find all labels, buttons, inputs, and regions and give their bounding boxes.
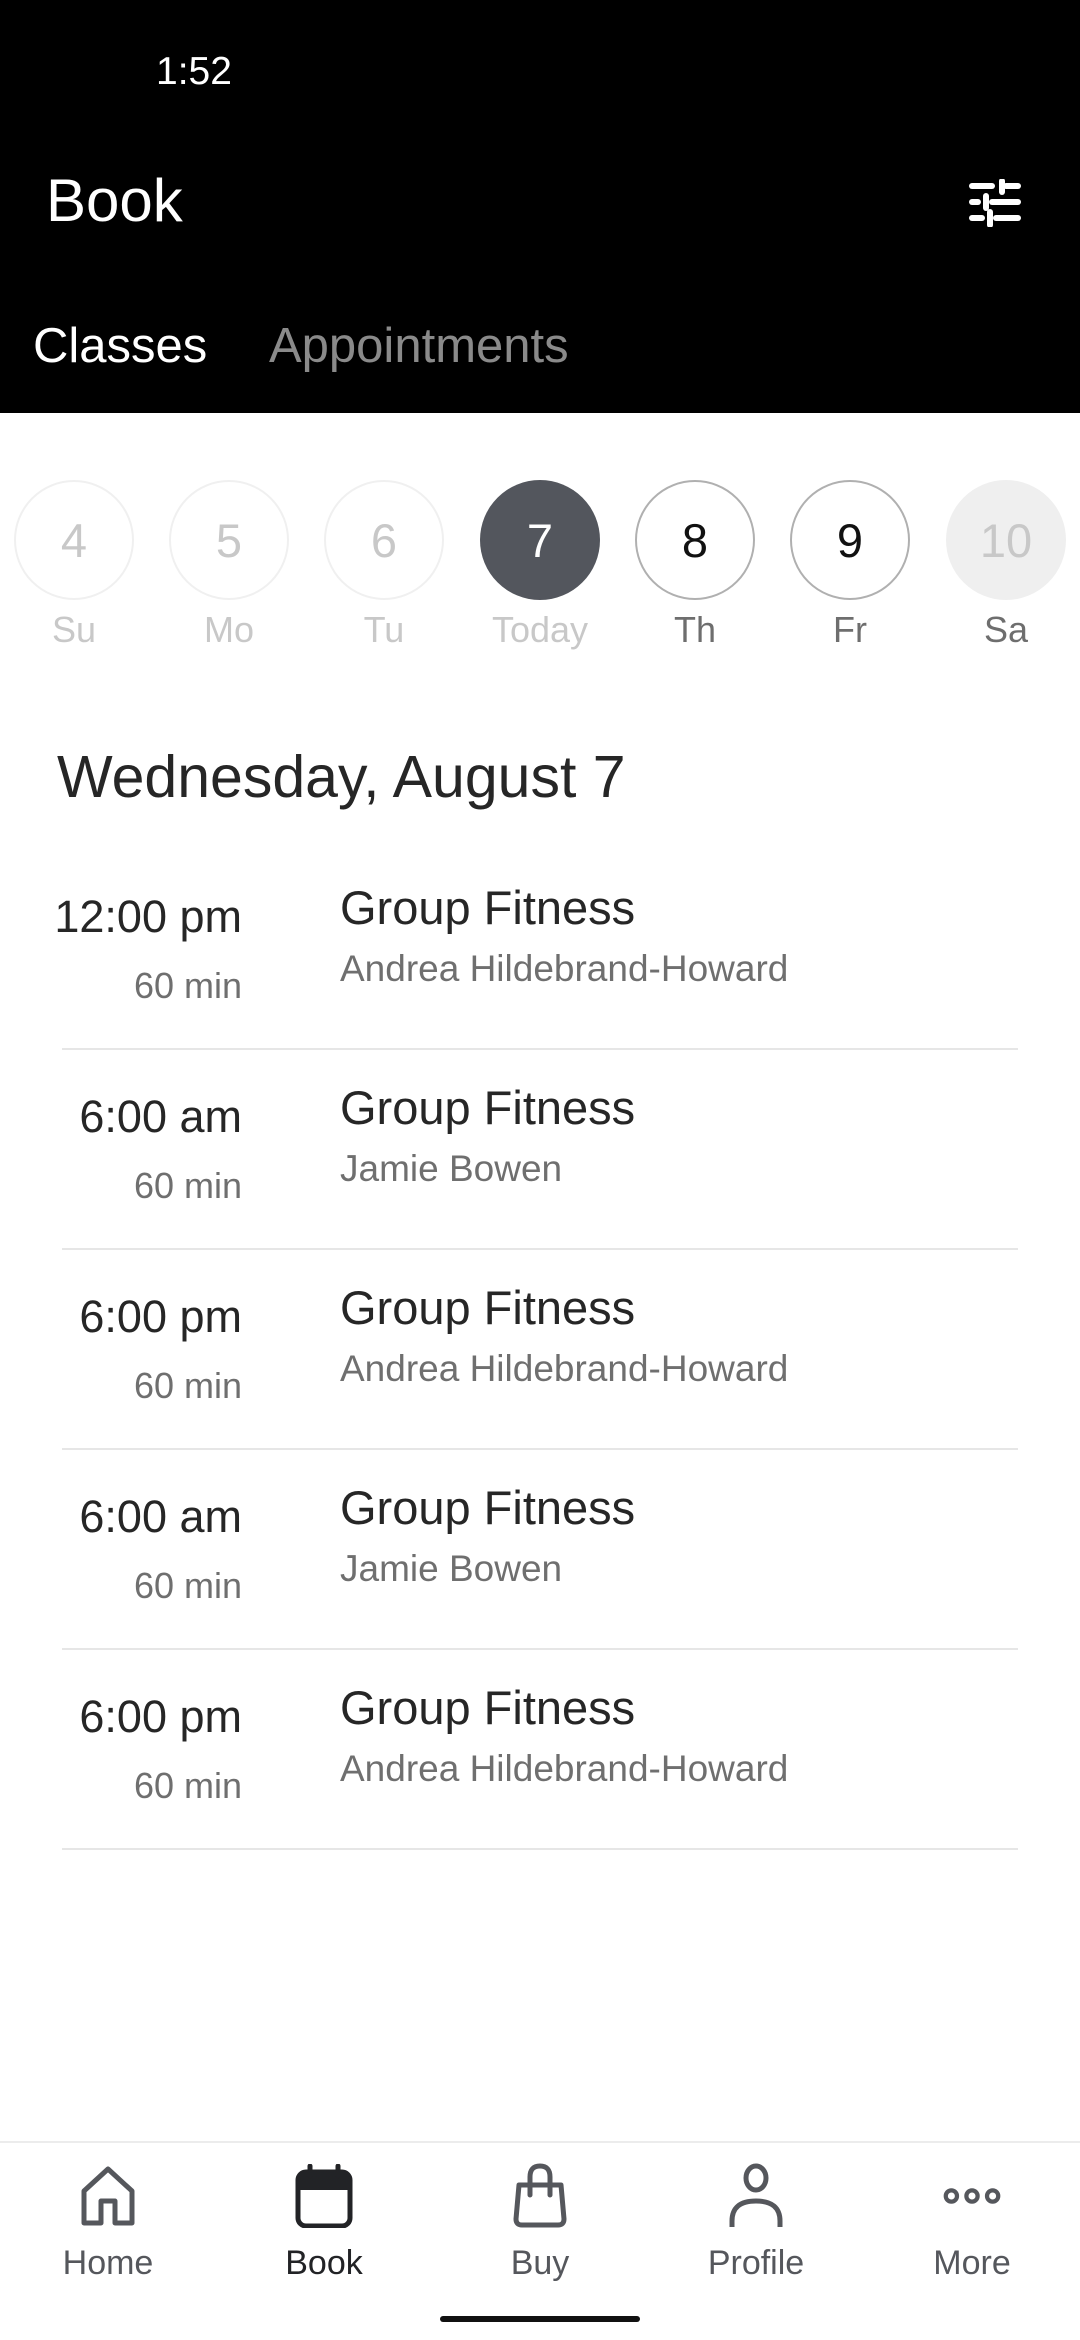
nav-buy[interactable]: Buy [432, 2163, 648, 2303]
class-name: Group Fitness [340, 1081, 636, 1134]
nav-profile[interactable]: Profile [648, 2163, 864, 2303]
day-label: Today [491, 609, 589, 650]
day-4[interactable]: 4 Su [0, 480, 149, 660]
class-row[interactable]: 6:00 am 60 min Group Fitness Jamie Bowen [0, 1450, 1080, 1650]
day-number: 5 [169, 480, 289, 600]
day-5[interactable]: 5 Mo [154, 480, 304, 660]
nav-book[interactable]: Book [216, 2163, 432, 2303]
class-row[interactable]: 6:00 pm 60 min Group Fitness Andrea Hild… [0, 1650, 1080, 1850]
class-name: Group Fitness [340, 1681, 636, 1734]
class-instructor: Jamie Bowen [340, 1148, 563, 1189]
day-label: Tu [363, 609, 405, 650]
class-list: 12:00 pm 60 min Group Fitness Andrea Hil… [0, 850, 1080, 1850]
class-duration: 60 min [133, 1165, 242, 1206]
class-row[interactable]: 6:00 am 60 min Group Fitness Jamie Bowen [0, 1050, 1080, 1250]
day-7-today[interactable]: 7 Today [465, 480, 615, 660]
day-number: 9 [790, 480, 910, 600]
tab-appointments[interactable]: Appointments [269, 316, 569, 376]
home-indicator[interactable] [440, 2316, 640, 2322]
more-dots-icon [942, 2163, 1002, 2229]
day-number: 8 [635, 480, 755, 600]
nav-label: Home [62, 2244, 154, 2282]
row-divider [62, 1848, 1018, 1850]
page-title: Book [46, 167, 183, 234]
class-instructor: Jamie Bowen [340, 1548, 563, 1589]
date-heading: Wednesday, August 7 [57, 744, 626, 810]
day-label: Fr [833, 609, 867, 650]
nav-more[interactable]: More [864, 2163, 1080, 2303]
class-time: 6:00 am [79, 1491, 242, 1542]
class-instructor: Andrea Hildebrand-Howard [340, 948, 789, 989]
class-time: 6:00 pm [79, 1291, 242, 1342]
class-name: Group Fitness [340, 1281, 636, 1334]
class-duration: 60 min [133, 1765, 242, 1806]
day-9[interactable]: 9 Fr [775, 480, 925, 660]
class-time: 6:00 pm [79, 1691, 242, 1742]
app-header: 1:52 Book Classes Appointments [0, 0, 1080, 413]
day-number: 4 [14, 480, 134, 600]
class-duration: 60 min [133, 1365, 242, 1406]
nav-label: Profile [707, 2244, 805, 2282]
nav-label: More [933, 2244, 1011, 2282]
class-time: 6:00 am [79, 1091, 242, 1142]
person-icon [726, 2163, 786, 2229]
day-6[interactable]: 6 Tu [309, 480, 459, 660]
class-duration: 60 min [133, 965, 242, 1006]
status-bar-time: 1:52 [156, 50, 232, 93]
shopping-bag-icon [510, 2163, 570, 2229]
home-icon [78, 2163, 138, 2229]
day-label: Th [673, 609, 716, 650]
tab-classes[interactable]: Classes [33, 316, 207, 376]
class-instructor: Andrea Hildebrand-Howard [340, 1748, 789, 1789]
class-row[interactable]: 6:00 pm 60 min Group Fitness Andrea Hild… [0, 1250, 1080, 1450]
day-label: Su [51, 609, 97, 650]
date-strip: 4 Su 5 Mo 6 Tu 7 Today 8 Th 9 Fr 10 Sa [0, 480, 1080, 660]
day-number: 10 [946, 480, 1066, 600]
nav-label: Book [285, 2244, 363, 2282]
calendar-icon [294, 2163, 354, 2229]
day-10[interactable]: 10 Sa [931, 480, 1080, 660]
day-number: 6 [324, 480, 444, 600]
day-number: 7 [480, 480, 600, 600]
class-name: Group Fitness [340, 1481, 636, 1534]
day-label: Sa [983, 609, 1029, 650]
class-instructor: Andrea Hildebrand-Howard [340, 1348, 789, 1389]
filter-button[interactable] [960, 170, 1030, 236]
day-8[interactable]: 8 Th [620, 480, 770, 660]
class-row[interactable]: 12:00 pm 60 min Group Fitness Andrea Hil… [0, 850, 1080, 1050]
bottom-nav: Home Book Buy Profile More [0, 2141, 1080, 2340]
class-name: Group Fitness [340, 881, 636, 934]
class-time: 12:00 pm [54, 891, 242, 942]
sliders-icon [969, 179, 1021, 227]
class-duration: 60 min [133, 1565, 242, 1606]
nav-home[interactable]: Home [0, 2163, 216, 2303]
nav-label: Buy [510, 2244, 570, 2282]
day-label: Mo [203, 609, 254, 650]
